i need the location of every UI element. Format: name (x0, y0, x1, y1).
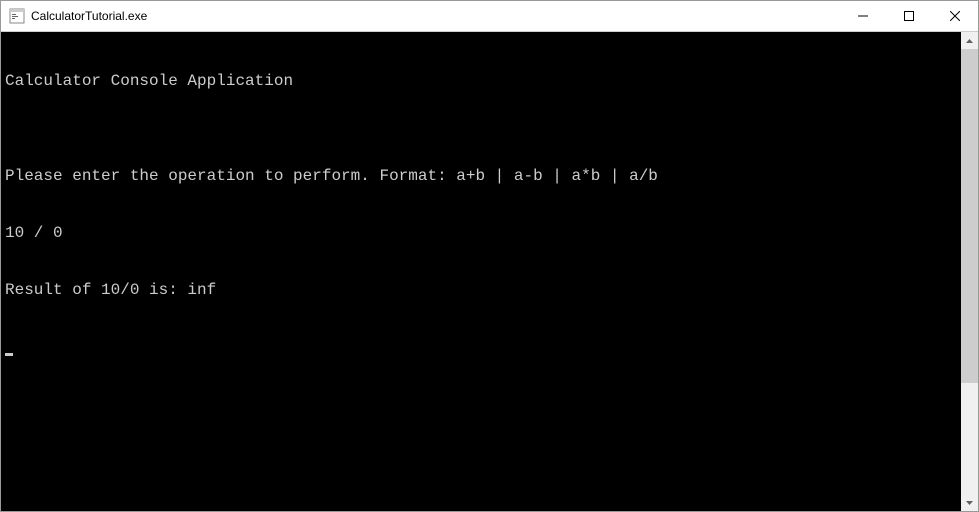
console-line: Result of 10/0 is: inf (5, 281, 957, 300)
console-line: 10 / 0 (5, 224, 957, 243)
app-icon (9, 8, 25, 24)
scroll-up-button[interactable] (961, 32, 978, 49)
scroll-track[interactable] (961, 49, 978, 494)
console-line: Please enter the operation to perform. F… (5, 167, 957, 186)
close-button[interactable] (932, 1, 978, 31)
vertical-scrollbar[interactable] (961, 32, 978, 511)
maximize-button[interactable] (886, 1, 932, 31)
scroll-thumb[interactable] (961, 49, 978, 383)
console-cursor-line (5, 338, 957, 357)
minimize-button[interactable] (840, 1, 886, 31)
cursor-icon (5, 353, 13, 356)
titlebar[interactable]: CalculatorTutorial.exe (1, 1, 978, 32)
scroll-down-button[interactable] (961, 494, 978, 511)
console-area: Calculator Console Application Please en… (1, 32, 978, 511)
console-line: Calculator Console Application (5, 72, 957, 91)
window-title: CalculatorTutorial.exe (31, 9, 147, 23)
window-controls (840, 1, 978, 31)
console-output[interactable]: Calculator Console Application Please en… (1, 32, 961, 511)
